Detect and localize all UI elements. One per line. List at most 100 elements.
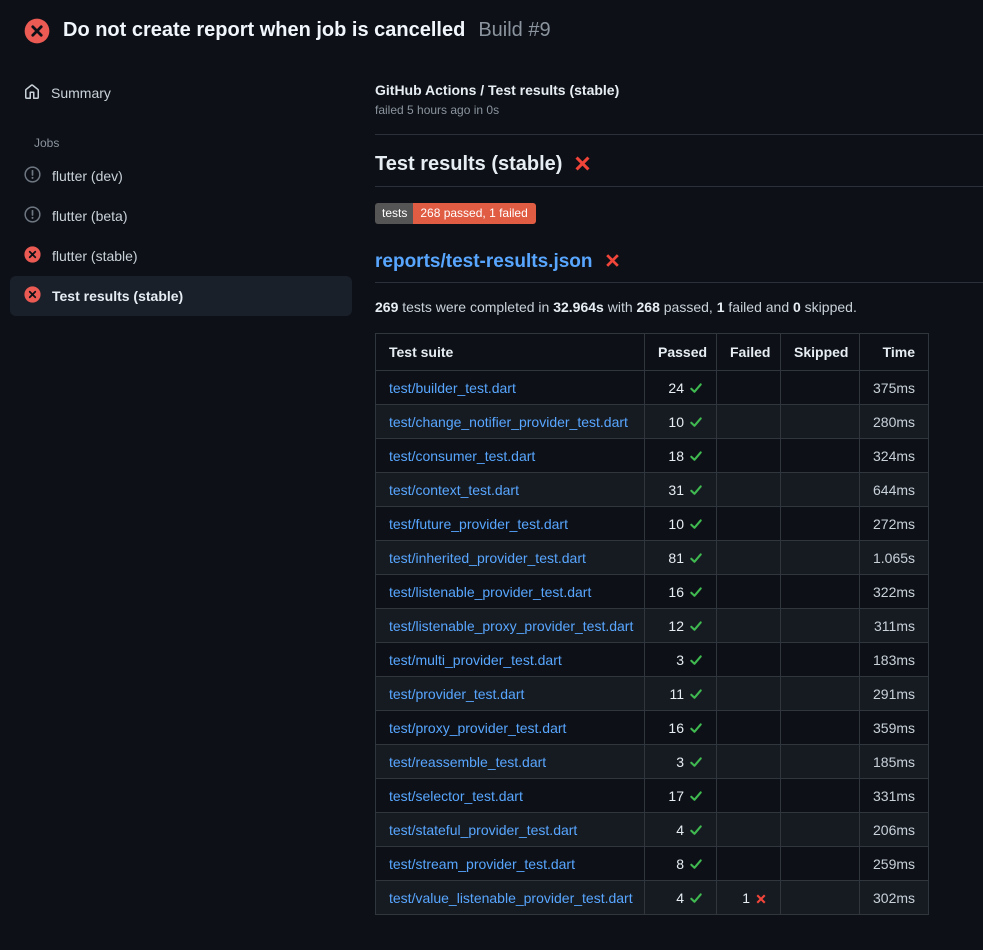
sidebar-summary-label: Summary	[51, 85, 111, 101]
failed-cell	[717, 813, 781, 847]
failed-cell	[717, 745, 781, 779]
check-icon	[689, 822, 703, 838]
skipped-cell	[781, 847, 860, 881]
skipped-cell	[781, 439, 860, 473]
test-suite-link[interactable]: test/value_listenable_provider_test.dart	[389, 890, 633, 906]
time-cell: 183ms	[860, 643, 929, 677]
summary-segment: 268	[637, 299, 660, 315]
test-suite-link[interactable]: test/builder_test.dart	[389, 380, 516, 396]
skipped-cell	[781, 541, 860, 575]
count-value: 24	[668, 380, 684, 396]
run-status-text: failed 5 hours ago in 0s	[375, 103, 983, 117]
table-row: test/consumer_test.dart 18 324ms	[376, 439, 929, 473]
x-circle-icon	[24, 286, 41, 306]
passed-cell: 17	[645, 779, 717, 813]
summary-segment: 0	[793, 299, 801, 315]
job-label: flutter (stable)	[52, 248, 138, 264]
test-suite-link[interactable]: test/listenable_proxy_provider_test.dart	[389, 618, 633, 634]
count-value: 31	[668, 482, 684, 498]
count-value: 3	[676, 754, 684, 770]
failed-cell	[717, 609, 781, 643]
test-suite-link[interactable]: test/change_notifier_provider_test.dart	[389, 414, 628, 430]
time-value: 272ms	[873, 516, 915, 532]
check-icon	[689, 652, 703, 668]
test-suite-link[interactable]: test/consumer_test.dart	[389, 448, 535, 464]
passed-cell: 3	[645, 745, 717, 779]
time-value: 185ms	[873, 754, 915, 770]
test-suite-link[interactable]: test/multi_provider_test.dart	[389, 652, 562, 668]
failed-cell	[717, 439, 781, 473]
time-value: 259ms	[873, 856, 915, 872]
passed-cell: 12	[645, 609, 717, 643]
failed-cell	[717, 779, 781, 813]
skipped-cell	[781, 677, 860, 711]
time-value: 183ms	[873, 652, 915, 668]
table-row: test/multi_provider_test.dart 3 183ms	[376, 643, 929, 677]
passed-cell: 11	[645, 677, 717, 711]
time-cell: 185ms	[860, 745, 929, 779]
count-value: 16	[668, 720, 684, 736]
suite-cell: test/listenable_provider_test.dart	[376, 575, 645, 609]
summary-segment: skipped.	[801, 299, 857, 315]
table-row: test/reassemble_test.dart 3 185ms	[376, 745, 929, 779]
sidebar-job-item[interactable]: flutter (beta)	[10, 196, 352, 236]
failed-cell	[717, 575, 781, 609]
check-icon	[689, 754, 703, 770]
time-value: 324ms	[873, 448, 915, 464]
sidebar-job-item[interactable]: Test results (stable)	[10, 276, 352, 316]
time-cell: 1.065s	[860, 541, 929, 575]
test-suite-link[interactable]: test/future_provider_test.dart	[389, 516, 568, 532]
count-value: 3	[676, 652, 684, 668]
table-row: test/inherited_provider_test.dart 81 1.065…	[376, 541, 929, 575]
test-suite-link[interactable]: test/inherited_provider_test.dart	[389, 550, 586, 566]
skipped-cell	[781, 507, 860, 541]
sidebar-item-summary[interactable]: Summary	[10, 80, 352, 106]
test-suite-link[interactable]: test/proxy_provider_test.dart	[389, 720, 566, 736]
failed-cell	[717, 643, 781, 677]
skipped-cell	[781, 643, 860, 677]
test-suite-link[interactable]: test/listenable_provider_test.dart	[389, 584, 591, 600]
breadcrumb: GitHub Actions / Test results (stable)	[375, 82, 983, 98]
table-row: test/listenable_proxy_provider_test.dart…	[376, 609, 929, 643]
test-suite-link[interactable]: test/context_test.dart	[389, 482, 519, 498]
sidebar-job-item[interactable]: flutter (dev)	[10, 156, 352, 196]
time-cell: 280ms	[860, 405, 929, 439]
summary-segment: 1	[717, 299, 725, 315]
skipped-cell	[781, 813, 860, 847]
main-panel: GitHub Actions / Test results (stable) f…	[375, 46, 983, 915]
test-suite-link[interactable]: test/selector_test.dart	[389, 788, 523, 804]
table-row: test/value_listenable_provider_test.dart…	[376, 881, 929, 915]
table-row: test/change_notifier_provider_test.dart 1…	[376, 405, 929, 439]
build-number: Build #9	[478, 19, 550, 42]
test-suite-link[interactable]: test/provider_test.dart	[389, 686, 524, 702]
summary-segment: with	[604, 299, 637, 315]
skipped-cell	[781, 473, 860, 507]
time-value: 644ms	[873, 482, 915, 498]
sidebar-job-item[interactable]: flutter (stable)	[10, 236, 352, 276]
suite-cell: test/proxy_provider_test.dart	[376, 711, 645, 745]
report-file-link[interactable]: reports/test-results.json	[375, 251, 593, 273]
check-icon	[689, 618, 703, 634]
test-suite-link[interactable]: test/stream_provider_test.dart	[389, 856, 575, 872]
test-suite-link[interactable]: test/reassemble_test.dart	[389, 754, 546, 770]
check-icon	[689, 448, 703, 464]
time-cell: 291ms	[860, 677, 929, 711]
passed-cell: 18	[645, 439, 717, 473]
time-cell: 259ms	[860, 847, 929, 881]
time-cell: 324ms	[860, 439, 929, 473]
alert-circle-icon	[24, 166, 41, 186]
count-value: 18	[668, 448, 684, 464]
time-value: 322ms	[873, 584, 915, 600]
test-suite-link[interactable]: test/stateful_provider_test.dart	[389, 822, 577, 838]
check-icon	[689, 414, 703, 430]
passed-cell: 81	[645, 541, 717, 575]
count-value: 4	[676, 890, 684, 906]
check-icon	[689, 550, 703, 566]
time-value: 1.065s	[873, 550, 915, 566]
failed-cell	[717, 371, 781, 405]
count-value: 10	[668, 414, 684, 430]
suite-cell: test/selector_test.dart	[376, 779, 645, 813]
suite-cell: test/context_test.dart	[376, 473, 645, 507]
time-cell: 644ms	[860, 473, 929, 507]
check-icon	[689, 890, 703, 906]
